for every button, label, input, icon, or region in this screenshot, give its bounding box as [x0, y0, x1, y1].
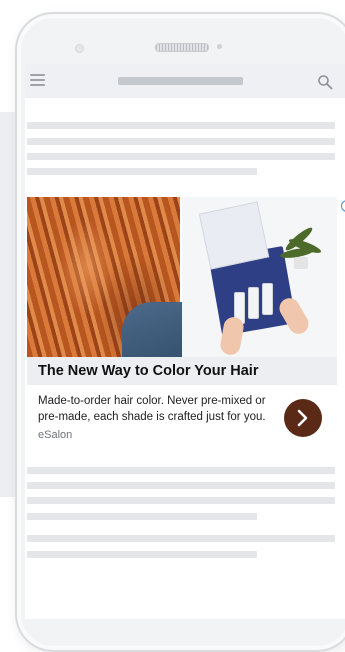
- skeleton-line: [27, 122, 335, 129]
- skeleton-line: [27, 153, 335, 160]
- skeleton-line: [27, 535, 335, 542]
- box-lid: [198, 201, 270, 270]
- phone-screen: i The New Way to Color Your Hair Made-to…: [25, 64, 345, 619]
- skeleton-line: [27, 138, 335, 145]
- ad-headline-strip[interactable]: The New Way to Color Your Hair: [27, 357, 337, 385]
- front-camera: [75, 44, 84, 53]
- skeleton-line: [27, 168, 257, 175]
- search-icon[interactable]: [317, 74, 333, 90]
- skeleton-line: [27, 513, 257, 520]
- ad-info-icon[interactable]: i: [341, 200, 345, 212]
- product-bottle: [262, 283, 273, 315]
- ad-image-hair[interactable]: [27, 197, 192, 362]
- ad-image-product-box[interactable]: [182, 197, 337, 357]
- ad-headline[interactable]: The New Way to Color Your Hair: [38, 363, 258, 379]
- skeleton-line: [27, 467, 335, 474]
- ad-cta-button[interactable]: [284, 399, 322, 437]
- plant-pot: [294, 257, 308, 269]
- phone-frame: i The New Way to Color Your Hair Made-to…: [15, 12, 345, 652]
- chevron-right-icon: [297, 409, 308, 427]
- app-header: [25, 64, 345, 98]
- skeleton-line: [27, 497, 335, 504]
- hamburger-menu-icon[interactable]: [30, 74, 45, 87]
- proximity-sensor: [217, 44, 222, 49]
- header-title-placeholder: [118, 77, 243, 85]
- skeleton-line: [27, 551, 257, 558]
- ad-advertiser[interactable]: eSalon: [38, 429, 72, 441]
- earpiece-speaker: [155, 43, 209, 52]
- native-ad[interactable]: i The New Way to Color Your Hair Made-to…: [27, 197, 345, 447]
- skeleton-line: [27, 482, 335, 489]
- ad-description[interactable]: Made-to-order hair color. Never pre-mixe…: [38, 393, 270, 425]
- product-bottle: [248, 287, 259, 319]
